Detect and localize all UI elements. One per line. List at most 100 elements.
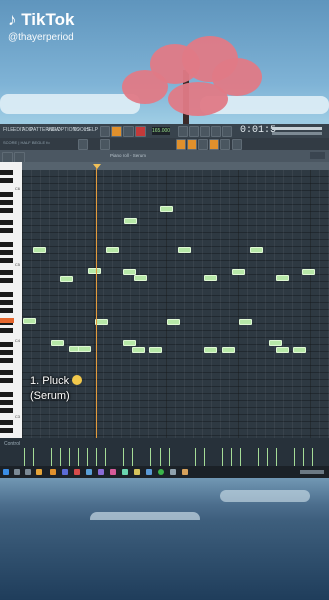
black-key[interactable] [0, 200, 13, 205]
velocity-bar[interactable] [96, 448, 97, 466]
playback-tool-icon[interactable] [232, 139, 242, 150]
black-key[interactable] [0, 170, 13, 175]
master-pitch-slider[interactable] [272, 132, 322, 135]
black-key[interactable] [0, 328, 13, 333]
midi-note[interactable] [160, 206, 173, 212]
midi-note[interactable] [222, 347, 235, 353]
velocity-bar[interactable] [78, 448, 79, 466]
black-key[interactable] [0, 228, 13, 233]
velocity-bar[interactable] [303, 448, 304, 466]
snap-icon[interactable] [78, 139, 88, 150]
velocity-bar[interactable] [258, 448, 259, 466]
velocity-bar[interactable] [87, 448, 88, 466]
midi-note[interactable] [60, 276, 73, 282]
app-icon[interactable] [86, 469, 92, 475]
black-key[interactable] [0, 250, 13, 255]
master-volume-slider[interactable] [272, 127, 322, 130]
black-key[interactable] [0, 358, 13, 363]
zoom-tool-icon[interactable] [220, 139, 230, 150]
loop-record-icon[interactable] [222, 126, 232, 137]
midi-note[interactable] [276, 347, 289, 353]
velocity-bar[interactable] [294, 448, 295, 466]
playhead-marker[interactable] [93, 164, 101, 169]
midi-note[interactable] [33, 247, 46, 253]
velocity-bar[interactable] [231, 448, 232, 466]
metronome-icon[interactable] [178, 126, 188, 137]
task-view-icon[interactable] [25, 469, 31, 475]
select-tool-icon[interactable] [209, 139, 219, 150]
stop-button[interactable] [123, 126, 134, 137]
countdown-icon[interactable] [200, 126, 210, 137]
midi-note[interactable] [269, 340, 282, 346]
fl-studio-icon[interactable] [50, 469, 56, 475]
midi-note[interactable] [106, 247, 119, 253]
black-key[interactable] [0, 392, 13, 397]
highlighted-key[interactable] [0, 318, 14, 323]
black-key[interactable] [0, 270, 13, 275]
black-key[interactable] [0, 370, 13, 375]
velocity-bar[interactable] [51, 448, 52, 466]
black-key[interactable] [0, 408, 13, 413]
velocity-bar[interactable] [69, 448, 70, 466]
midi-note[interactable] [134, 275, 147, 281]
midi-note[interactable] [132, 347, 145, 353]
black-key[interactable] [0, 208, 13, 213]
velocity-bar[interactable] [169, 448, 170, 466]
system-tray[interactable] [300, 470, 324, 474]
app-icon[interactable] [182, 469, 188, 475]
velocity-bar[interactable] [276, 448, 277, 466]
black-key[interactable] [0, 192, 13, 197]
record-button[interactable] [135, 126, 146, 137]
velocity-bar[interactable] [160, 448, 161, 466]
midi-note[interactable] [51, 340, 64, 346]
midi-note[interactable] [167, 319, 180, 325]
velocity-bar[interactable] [240, 448, 241, 466]
black-key[interactable] [0, 400, 13, 405]
search-icon[interactable] [14, 469, 20, 475]
midi-note[interactable] [250, 247, 263, 253]
black-key[interactable] [0, 342, 13, 347]
piano-keyboard[interactable]: C6 C5 C4 C3 [0, 162, 22, 438]
app-icon[interactable] [98, 469, 104, 475]
file-explorer-icon[interactable] [36, 469, 42, 475]
midi-note[interactable] [204, 347, 217, 353]
velocity-bar[interactable] [195, 448, 196, 466]
pencil-tool-icon[interactable] [176, 139, 186, 150]
blend-notes-icon[interactable] [211, 126, 221, 137]
black-key[interactable] [0, 420, 13, 425]
velocity-bar[interactable] [60, 448, 61, 466]
black-key[interactable] [0, 242, 13, 247]
app-icon[interactable] [62, 469, 68, 475]
black-key[interactable] [0, 378, 13, 383]
velocity-bar[interactable] [132, 448, 133, 466]
timeline-ruler[interactable] [22, 162, 329, 170]
black-key[interactable] [0, 428, 13, 433]
velocity-bar[interactable] [33, 448, 34, 466]
velocity-bar[interactable] [24, 448, 25, 466]
midi-note[interactable] [293, 347, 306, 353]
midi-note[interactable] [276, 275, 289, 281]
play-button[interactable] [111, 126, 122, 137]
black-key[interactable] [0, 350, 13, 355]
velocity-bar[interactable] [312, 448, 313, 466]
velocity-bar[interactable] [267, 448, 268, 466]
midi-note[interactable] [239, 319, 252, 325]
delete-tool-icon[interactable] [198, 139, 208, 150]
midi-note[interactable] [23, 318, 36, 324]
app-icon[interactable] [74, 469, 80, 475]
midi-note[interactable] [302, 269, 315, 275]
velocity-bar[interactable] [123, 448, 124, 466]
windows-start-icon[interactable] [3, 469, 9, 475]
spotify-icon[interactable] [158, 469, 164, 475]
black-key[interactable] [0, 258, 13, 263]
app-icon[interactable] [110, 469, 116, 475]
black-key[interactable] [0, 292, 13, 297]
control-lane[interactable]: Control [0, 438, 329, 466]
velocity-bar[interactable] [150, 448, 151, 466]
mixer-icon[interactable] [100, 139, 110, 150]
black-key[interactable] [0, 178, 13, 183]
black-key[interactable] [0, 278, 13, 283]
midi-note[interactable] [124, 218, 137, 224]
black-key[interactable] [0, 220, 13, 225]
velocity-bar[interactable] [105, 448, 106, 466]
